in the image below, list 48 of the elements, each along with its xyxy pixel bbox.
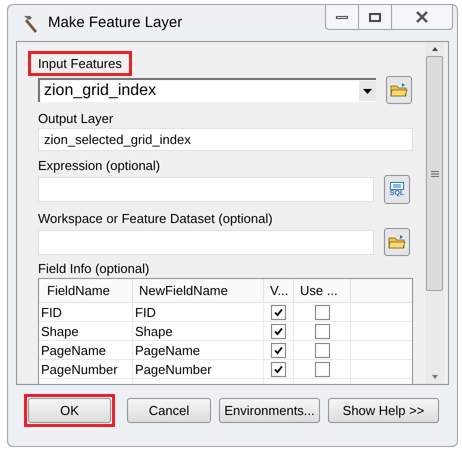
column-header[interactable]: V... [264,279,294,302]
dialog-button[interactable]: Show Help >> [328,398,439,423]
checkbox[interactable] [314,324,330,338]
checkmark-icon [274,326,283,336]
scrollbar[interactable] [425,42,444,384]
checkbox[interactable] [271,324,286,338]
field-label: Expression (optional) [38,158,160,175]
folder-icon [390,82,408,98]
text-field[interactable] [38,177,374,202]
minimize-button[interactable] [325,4,359,30]
table-cell: PageNumber [39,360,133,378]
checkmark-icon [274,308,283,316]
browse-button[interactable] [386,76,412,104]
browse-button[interactable] [384,228,410,256]
checkbox[interactable] [314,362,330,376]
column-header[interactable]: FieldName [39,279,133,302]
table-cell: FID [39,303,133,321]
field-label: Field Info (optional) [38,261,150,278]
field-label: Output Layer [38,111,114,128]
checkbox[interactable] [314,304,330,320]
text-field[interactable]: zion_selected_grid_index [38,128,413,151]
field-label: Input Features [28,51,132,76]
table-cell: PageNumber [133,360,264,378]
dialog-button[interactable]: Cancel [127,398,211,423]
dropdown-field[interactable]: zion_grid_index [38,78,376,102]
table-cell: PageName [39,341,133,359]
checkbox[interactable] [314,342,330,358]
table-cell: FID [133,303,264,321]
close-icon [415,11,429,23]
checkmark-icon [274,364,283,374]
table-cell: PageName [133,341,264,359]
window-title: Make Feature Layer [48,12,182,33]
text-field[interactable] [38,230,374,254]
maximize-button[interactable] [359,4,391,30]
table-cell: Shape [133,322,264,340]
close-button[interactable] [391,4,453,30]
dialog-button[interactable]: OK [28,398,111,423]
column-header[interactable]: Use ... [294,279,351,302]
checkbox[interactable] [271,304,286,320]
column-header[interactable]: NewFieldName [133,279,264,302]
folder-icon [388,234,406,250]
dialog-button[interactable]: Environments... [219,398,320,423]
checkbox[interactable] [271,342,286,358]
field-label: Workspace or Feature Dataset (optional) [38,211,273,228]
checkmark-icon [274,346,283,354]
grip-icon [430,170,438,176]
table-cell: Shape [39,322,133,340]
checkbox[interactable] [271,362,286,376]
